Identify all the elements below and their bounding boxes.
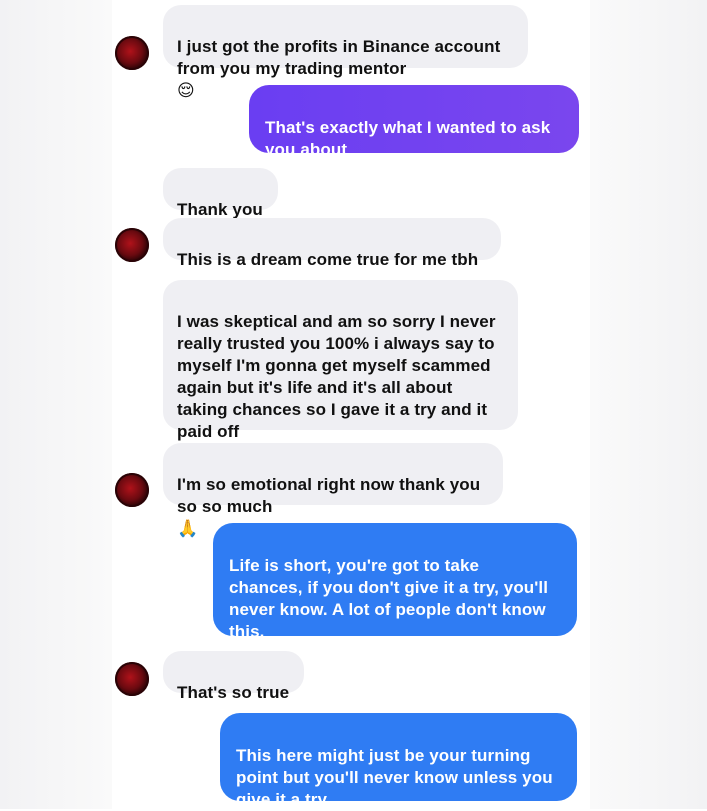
message-text: This is a dream come true for me tbh: [177, 250, 479, 269]
incoming-message[interactable]: Thank you: [163, 168, 278, 219]
incoming-message[interactable]: This is a dream come true for me tbh: [163, 218, 501, 269]
message-text: This here might just be your turning poi…: [236, 746, 553, 809]
contact-avatar[interactable]: [115, 36, 149, 70]
message-text: Life is short, you're got to take chance…: [229, 556, 549, 641]
incoming-message[interactable]: I was skeptical and am so sorry I never …: [163, 280, 518, 441]
outgoing-message[interactable]: Life is short, you're got to take chance…: [213, 523, 577, 641]
relieved-face-emoji: 😌: [177, 81, 195, 100]
right-backdrop: [590, 0, 707, 809]
left-backdrop: [0, 0, 112, 809]
incoming-message[interactable]: That's so true: [163, 651, 304, 702]
contact-avatar[interactable]: [115, 473, 149, 507]
contact-avatar[interactable]: [115, 228, 149, 262]
outgoing-message[interactable]: That's exactly what I wanted to ask you …: [249, 85, 579, 159]
folded-hands-emoji: 🙏: [177, 519, 199, 538]
contact-avatar[interactable]: [115, 662, 149, 696]
message-text: I was skeptical and am so sorry I never …: [177, 312, 496, 441]
message-text: That's exactly what I wanted to ask you …: [265, 118, 551, 159]
incoming-message[interactable]: I just got the profits in Binance accoun…: [163, 5, 528, 100]
outgoing-message[interactable]: This here might just be your turning poi…: [220, 713, 577, 809]
incoming-message[interactable]: I'm so emotional right now thank you so …: [163, 443, 503, 538]
message-text: That's so true: [177, 683, 290, 702]
message-text: Thank you: [177, 200, 263, 219]
